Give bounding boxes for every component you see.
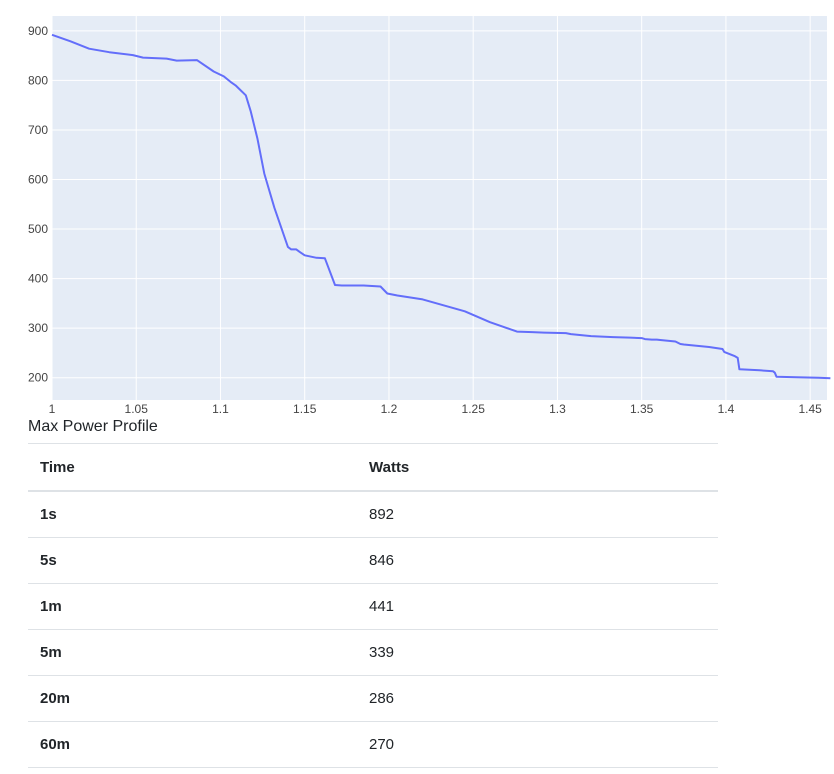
y-tick-label: 400 [28,272,48,286]
x-tick-label: 1.15 [293,402,317,416]
x-tick-label: 1.3 [549,402,566,416]
x-tick-label: 1.25 [462,402,486,416]
y-tick-label: 800 [28,73,48,87]
cell-time: 60m [28,721,357,768]
table-header-row: Time Watts [28,443,718,492]
x-tick-label: 1.4 [718,402,735,416]
x-tick-label: 1 [49,402,56,416]
cell-time: 5s [28,537,357,584]
y-tick-label: 500 [28,222,48,236]
table-row: 5m 339 [28,629,718,676]
x-tick-label: 1.2 [381,402,398,416]
y-tick-label: 700 [28,123,48,137]
x-tick-label: 1.45 [798,402,822,416]
cell-watts: 892 [357,491,718,538]
y-tick-label: 600 [28,173,48,187]
column-header-watts: Watts [357,443,718,492]
cell-watts: 441 [357,583,718,630]
column-header-time: Time [28,443,357,492]
y-axis: 200 300 400 500 600 700 800 900 [28,24,48,385]
cell-time: 1s [28,491,357,538]
x-axis: 1 1.05 1.1 1.15 1.2 1.25 1.3 1.35 1.4 1.45 [49,402,822,416]
y-tick-label: 300 [28,321,48,335]
table-row: 1s 892 [28,491,718,538]
x-tick-label: 1.35 [630,402,654,416]
cell-watts: 846 [357,537,718,584]
x-tick-label: 1.1 [212,402,229,416]
y-tick-label: 200 [28,371,48,385]
table-row: 20m 286 [28,675,718,722]
cell-watts: 286 [357,675,718,722]
cell-time: 20m [28,675,357,722]
cell-time: 1m [28,583,357,630]
table-row: 60m 270 [28,721,718,768]
cell-watts: 339 [357,629,718,676]
x-tick-label: 1.05 [125,402,149,416]
table-row: 5s 846 [28,537,718,584]
y-tick-label: 900 [28,24,48,38]
table-row: 1m 441 [28,583,718,630]
power-curve-chart[interactable]: 200 300 400 500 600 700 800 900 1 1.05 1.1 1.15 1.2… [0,0,834,418]
table-caption: Max Power Profile [28,418,158,435]
cell-watts: 270 [357,721,718,768]
cell-time: 5m [28,629,357,676]
plot-background [52,16,827,400]
max-power-table: Time Watts 1s 892 5s 846 1m 441 5m 339 2… [28,443,718,768]
